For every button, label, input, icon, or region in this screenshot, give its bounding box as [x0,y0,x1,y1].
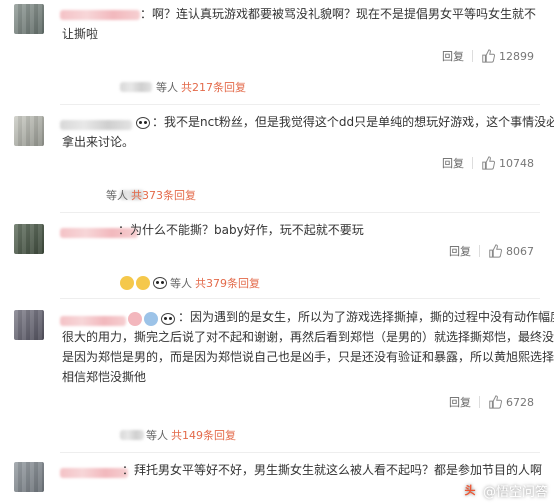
comment-text-line: ：啊？连认真玩游戏都要被骂没礼貌啊？现在不是提倡男女平等吗女生就不 [140,7,537,21]
avatar[interactable] [14,224,44,254]
sub-replies-link[interactable]: 等人 共217条回复 [156,77,246,97]
comment-text-line: 很大的用力，撕完之后说了对不起和谢谢，再然后看到郑恺（是男的）就选择撕郑恺，最终… [62,330,554,344]
comment-text-line: ：我不是nct粉丝，但是我觉得这个dd只是单纯的想玩好游戏，这个事情没必要 [152,115,554,129]
comment-text-line: ：因为遇到的是女生，所以为了游戏选择撕掉，撕的过程中没有动作幅度 [178,310,554,324]
sub-replies-prefix: 等人 [156,81,178,94]
emoji-icon [128,312,142,326]
avatar[interactable] [14,310,44,340]
thumbs-up-icon [482,49,495,63]
comment-text-line: 让撕啦 [62,27,99,41]
like-count: 10748 [499,156,534,170]
sub-replies-prefix: 等人 [146,429,168,442]
username-blurred[interactable] [60,10,140,20]
sub-replies-link[interactable]: 等人 共373条回复 [106,185,196,205]
sub-reply-avatars-blurred [120,82,152,92]
comment-text-line: 拿出来讨论。 [62,135,135,149]
comment-actions: 回复 10748 [442,154,534,172]
reply-button[interactable]: 回复 [449,243,471,259]
ring-emoji-icon [144,312,158,326]
comment-divider [60,298,540,299]
comment-divider [60,104,540,105]
username-blurred[interactable] [60,120,132,130]
avatar[interactable] [14,4,44,34]
comment-actions: 回复 8067 [449,242,534,260]
reply-button[interactable]: 回复 [449,394,471,410]
comment-text-line: ：为什么不能撕？baby好作，玩不起就不要玩 [118,223,364,237]
sub-replies-prefix: 等人 [106,189,128,202]
thumbs-up-icon [489,244,502,258]
toutiao-logo-icon: 头 [460,481,479,500]
like-button[interactable]: 8067 [488,244,534,258]
thumbs-up-icon [482,156,495,170]
comment-text-line: 是因为郑恺是男的，而是因为郑恺说自己也是凶手，只是还没有验证和暴露，所以黄旭熙选… [62,350,554,364]
sub-reply-avatars-blurred [120,430,144,440]
like-button[interactable]: 10748 [481,156,534,170]
reply-button[interactable]: 回复 [442,155,464,171]
username-blurred[interactable] [60,316,126,326]
like-count: 8067 [506,244,534,258]
comment-actions: 回复 6728 [449,393,534,411]
sub-replies-prefix: 等人 [170,277,192,290]
sub-replies-count[interactable]: 共217条回复 [181,79,246,95]
divider [479,396,480,408]
comment-actions: 回复 12899 [442,47,534,65]
avatar[interactable] [14,116,44,146]
panda-emoji-icon [136,117,150,129]
like-button[interactable]: 12899 [481,49,534,63]
sub-replies-count[interactable]: 共149条回复 [171,427,236,443]
sub-replies-link[interactable]: 等人 共149条回复 [146,425,236,445]
sub-replies-count[interactable]: 共379条回复 [195,275,260,291]
divider [472,157,473,169]
thumbs-up-icon [489,395,502,409]
username-blurred[interactable] [60,468,128,478]
like-count: 6728 [506,395,534,409]
like-count: 12899 [499,49,534,63]
avatar[interactable] [14,462,44,492]
divider [479,245,480,257]
emoji-icon [120,276,134,290]
comment-text-line: ：拜托男女平等好不好，男生撕女生就这么被人看不起吗？都是参加节目的人啊 [122,463,543,477]
comment-text-line: 相信郑恺没撕他 [62,370,147,384]
like-button[interactable]: 6728 [488,395,534,409]
panda-emoji-icon [161,313,175,325]
sub-replies-count[interactable]: 共373条回复 [131,187,196,203]
sub-replies-link[interactable]: 等人 共379条回复 [170,273,260,293]
watermark-text: @悟空问答 [482,485,548,500]
grin-emoji-icon [136,276,150,290]
panda-emoji-icon [153,277,167,289]
watermark: 头 @悟空问答 [460,481,548,500]
comment-divider [60,452,540,453]
divider [472,50,473,62]
comment-divider [60,212,540,213]
reply-button[interactable]: 回复 [442,48,464,64]
